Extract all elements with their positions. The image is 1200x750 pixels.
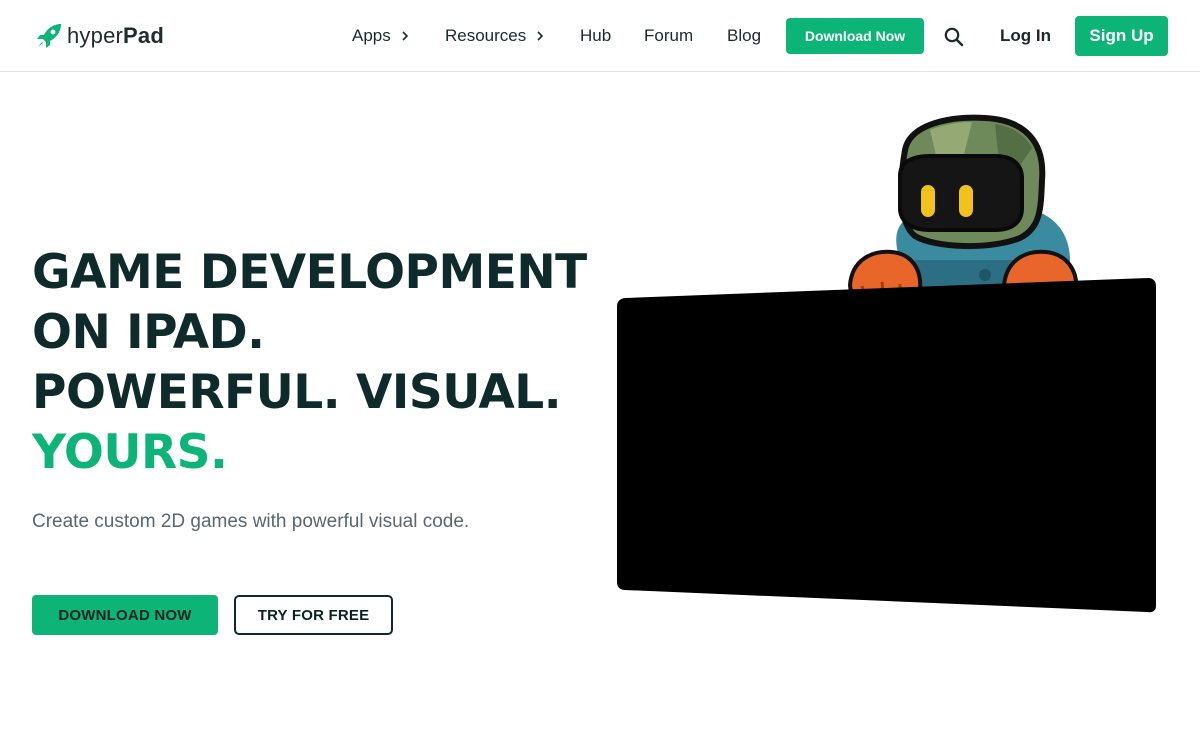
nav-item-apps[interactable]: Apps bbox=[352, 24, 410, 48]
video-screen bbox=[617, 278, 1156, 613]
nav-item-forum[interactable]: Forum bbox=[644, 24, 693, 48]
nav-item-blog[interactable]: Blog bbox=[727, 24, 761, 48]
signup-button[interactable]: Sign Up bbox=[1075, 16, 1168, 56]
hero-title-accent: YOURS. bbox=[32, 425, 228, 480]
rocket-icon bbox=[37, 24, 61, 48]
login-link[interactable]: Log In bbox=[1000, 24, 1051, 48]
hero-subtitle: Create custom 2D games with powerful vis… bbox=[32, 511, 470, 532]
nav-item-hub[interactable]: Hub bbox=[580, 24, 611, 48]
nav-item-label: Forum bbox=[644, 26, 694, 45]
header-download-button[interactable]: Download Now bbox=[786, 18, 924, 54]
logo-wordmark: hyperPad bbox=[67, 23, 164, 49]
download-now-button[interactable]: DOWNLOAD NOW bbox=[32, 595, 218, 635]
nav-item-label: Resources bbox=[445, 26, 527, 45]
logo-text-light: hyper bbox=[67, 23, 124, 48]
hero-title-line: GAME DEVELOPMENT bbox=[32, 245, 587, 300]
hero-title-line: POWERFUL. VISUAL. bbox=[32, 365, 562, 420]
logo-text-bold: Pad bbox=[123, 23, 164, 48]
search-icon[interactable] bbox=[943, 26, 965, 48]
nav-item-resources[interactable]: Resources bbox=[445, 24, 545, 48]
robot-mascot-illustration bbox=[617, 114, 1156, 613]
logo[interactable]: hyperPad bbox=[34, 21, 164, 51]
hero-title: GAME DEVELOPMENT ON IPAD. POWERFUL. VISU… bbox=[32, 243, 592, 483]
nav-item-label: Apps bbox=[352, 26, 391, 45]
hero-title-line: ON IPAD. bbox=[32, 305, 265, 360]
nav-item-label: Hub bbox=[580, 26, 612, 45]
nav-item-label: Blog bbox=[727, 26, 762, 45]
site-header: hyperPad Apps Resources Hub Forum Blog D… bbox=[0, 0, 1200, 72]
try-for-free-button[interactable]: TRY FOR FREE bbox=[234, 595, 393, 635]
chevron-right-icon bbox=[537, 31, 544, 41]
chevron-right-icon bbox=[402, 31, 408, 41]
